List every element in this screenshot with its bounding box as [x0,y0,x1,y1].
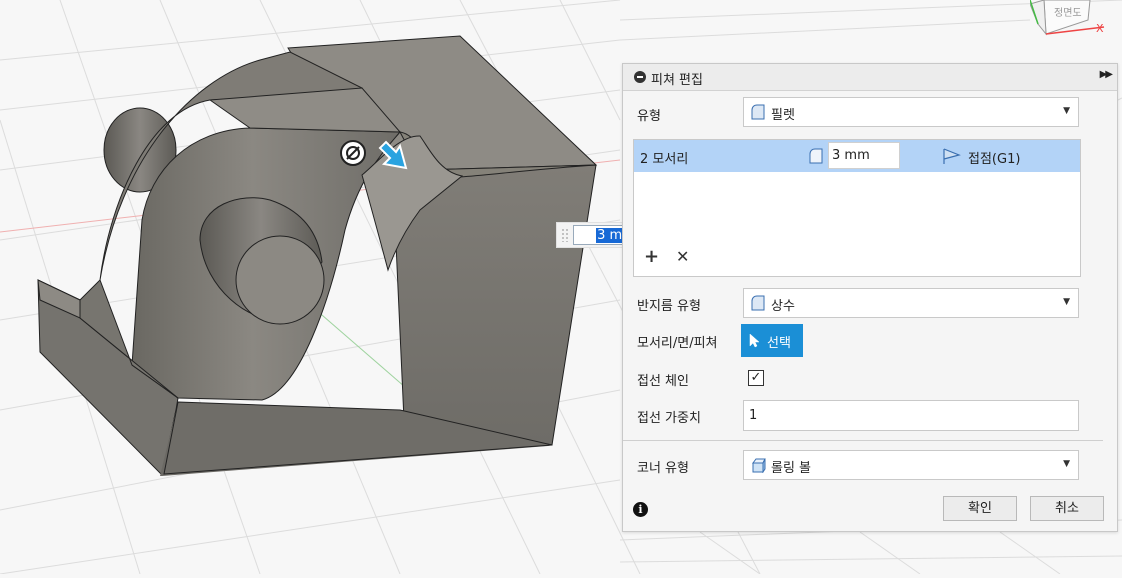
type-label: 유형 [637,109,661,124]
edit-feature-panel: 피쳐 편집 ▶▶ 유형 필렛 ▼ 2 모서리 3 mm 접점(G1) + ✕ 반… [622,63,1118,532]
corner-type-dropdown[interactable]: 롤링 볼 ▼ [743,450,1079,480]
ok-button[interactable]: 확인 [943,496,1017,521]
expand-panel-icon[interactable]: ▶▶ [1100,69,1113,80]
edges-faces-features-label: 모서리/면/피쳐 [637,336,718,351]
corner-type-label: 코너 유형 [637,461,689,476]
divider [623,440,1103,441]
edge-set-row[interactable]: 2 모서리 3 mm 접점(G1) [634,140,1080,172]
panel-title: 피쳐 편집 [651,73,703,88]
add-icon[interactable]: + [644,248,659,266]
radius-type-value: 상수 [771,299,795,314]
viewcube[interactable]: 정면도 X [1029,0,1122,40]
chevron-down-icon: ▼ [1063,106,1070,116]
type-value: 필렛 [771,108,795,123]
collapse-icon[interactable] [634,71,646,83]
radius-icon [809,148,823,164]
info-icon[interactable]: i [633,502,648,517]
chevron-down-icon: ▼ [1063,459,1070,469]
corner-type-value: 롤링 볼 [771,461,812,476]
radius-type-dropdown[interactable]: 상수 ▼ [743,288,1079,318]
tangent-weight-label: 접선 가중치 [637,411,701,426]
shaft-end-face[interactable] [235,235,325,325]
continuity-value[interactable]: 접점(G1) [968,148,1020,167]
select-button-label: 선택 [767,336,791,351]
rolling-ball-icon [752,458,766,473]
tangent-chain-checkbox[interactable]: ✓ [748,370,764,386]
chevron-down-icon: ▼ [1063,297,1070,307]
select-button[interactable]: 선택 [741,324,803,357]
fillet-icon [751,104,765,120]
x-axis-label: X [1096,22,1104,35]
tangent-weight-input[interactable]: 1 [743,400,1079,431]
radius-type-label: 반지름 유형 [637,299,701,314]
pin-icon[interactable] [340,140,366,166]
tangent-continuity-icon [943,148,961,164]
edge-count-label: 2 모서리 [640,152,689,167]
panel-header: 피쳐 편집 ▶▶ [623,64,1117,91]
constant-radius-icon [751,295,765,311]
cancel-button[interactable]: 취소 [1030,496,1104,521]
type-dropdown[interactable]: 필렛 ▼ [743,97,1079,127]
viewcube-face-label: 정면도 [1054,7,1082,19]
edge-selection-list: 2 모서리 3 mm 접점(G1) + ✕ [633,139,1081,277]
edge-radius-input[interactable]: 3 mm [828,142,900,169]
drag-grip-icon[interactable] [561,228,569,242]
cursor-icon [749,333,760,348]
tangent-chain-label: 접선 체인 [637,374,689,389]
remove-icon[interactable]: ✕ [676,248,689,266]
